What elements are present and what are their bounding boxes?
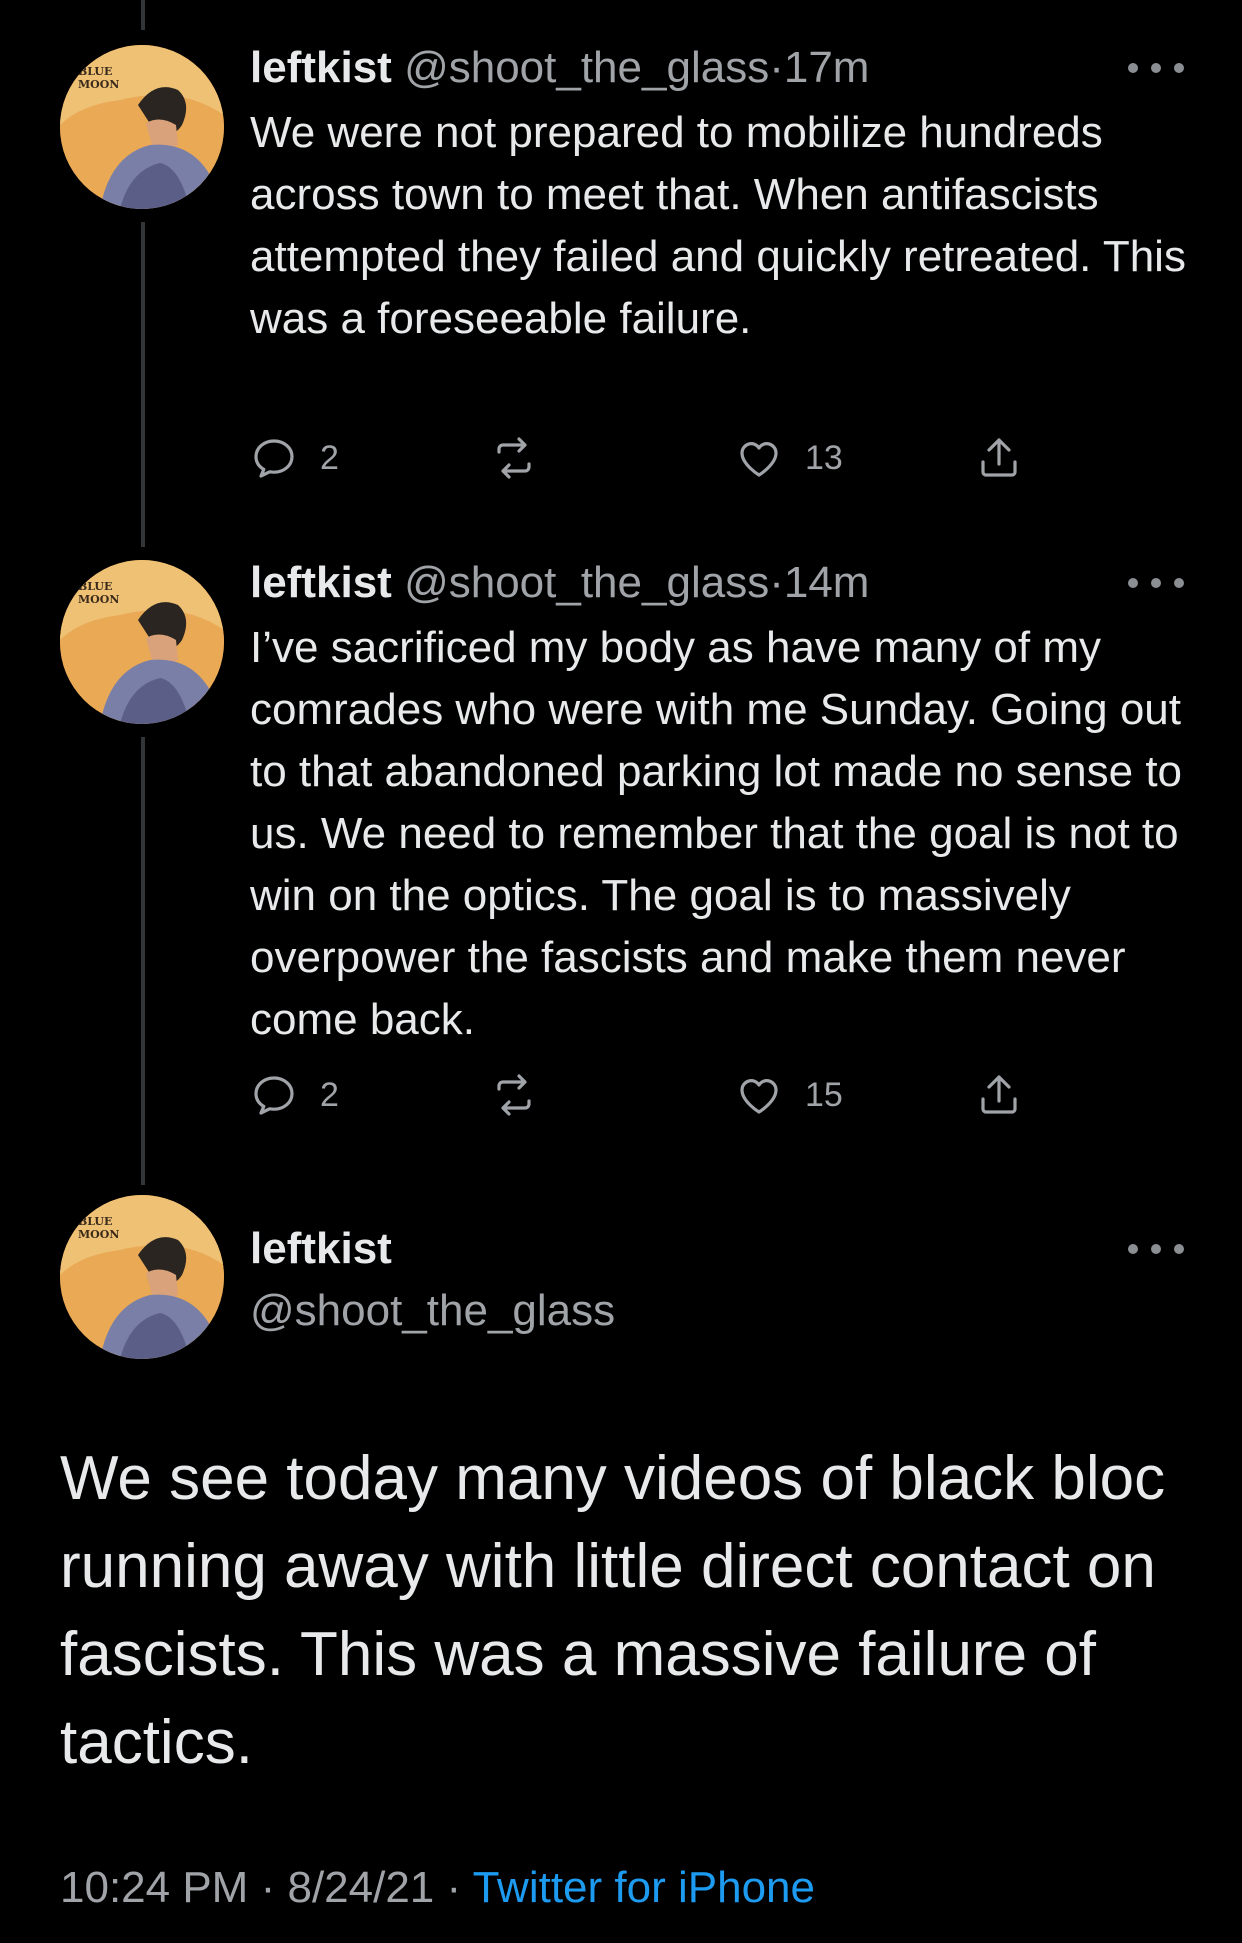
retweet-icon bbox=[497, 1074, 531, 1116]
reply-count: 2 bbox=[320, 438, 339, 477]
heart-icon bbox=[740, 442, 778, 477]
separator: · bbox=[769, 558, 784, 607]
svg-text:BLUE: BLUE bbox=[78, 580, 112, 593]
separator: · bbox=[446, 1863, 462, 1912]
more-icon[interactable] bbox=[1128, 56, 1184, 80]
tweet-date: 8/24/21 bbox=[287, 1863, 435, 1912]
share-button[interactable] bbox=[975, 430, 1023, 486]
tweet-time: 10:24 PM bbox=[60, 1863, 249, 1912]
share-button[interactable] bbox=[975, 1067, 1023, 1123]
reply-button[interactable]: 2 bbox=[250, 430, 339, 486]
display-name[interactable]: leftkist bbox=[250, 558, 392, 607]
share-icon bbox=[981, 438, 1017, 477]
tweet-actions: 2 13 bbox=[250, 430, 1050, 486]
like-count: 15 bbox=[805, 1075, 843, 1114]
more-icon[interactable] bbox=[1128, 1237, 1184, 1261]
user-handle[interactable]: @shoot_the_glass bbox=[404, 558, 769, 607]
svg-text:BLUE: BLUE bbox=[78, 1215, 112, 1228]
tweet-header: leftkist @shoot_the_glass·14m bbox=[250, 555, 869, 611]
tweet-meta: 10:24 PM · 8/24/21 · Twitter for iPhone bbox=[60, 1860, 815, 1916]
separator: · bbox=[260, 1863, 276, 1912]
svg-text:MOON: MOON bbox=[78, 593, 119, 606]
tweet-text: I’ve sacrificed my body as have many of … bbox=[250, 623, 1183, 1044]
like-button[interactable]: 15 bbox=[735, 1067, 843, 1123]
separator: · bbox=[769, 43, 784, 92]
tweet-2[interactable]: BLUE MOON leftkist @shoot_the_glass·14m … bbox=[0, 558, 1242, 1180]
display-name[interactable]: leftkist bbox=[250, 1221, 392, 1277]
avatar[interactable]: BLUE MOON bbox=[60, 1195, 224, 1359]
avatar-image: BLUE MOON bbox=[60, 560, 224, 724]
avatar[interactable]: BLUE MOON bbox=[60, 45, 224, 209]
heart-icon bbox=[740, 1079, 778, 1114]
source-link[interactable]: Twitter for iPhone bbox=[473, 1863, 815, 1912]
avatar[interactable]: BLUE MOON bbox=[60, 560, 224, 724]
avatar-image: BLUE MOON bbox=[60, 45, 224, 209]
avatar-image: BLUE MOON bbox=[60, 1195, 224, 1359]
retweet-button[interactable] bbox=[490, 1067, 560, 1123]
like-button[interactable]: 13 bbox=[735, 430, 843, 486]
reply-icon bbox=[254, 1076, 294, 1115]
like-count: 13 bbox=[805, 438, 843, 477]
tweet-text: We were not prepared to mobilize hundred… bbox=[250, 108, 1186, 343]
timestamp[interactable]: 17m bbox=[784, 43, 870, 92]
retweet-button[interactable] bbox=[490, 430, 560, 486]
display-name[interactable]: leftkist bbox=[250, 43, 392, 92]
svg-text:MOON: MOON bbox=[78, 78, 119, 91]
retweet-icon bbox=[497, 437, 531, 479]
user-handle[interactable]: @shoot_the_glass bbox=[404, 43, 769, 92]
more-icon[interactable] bbox=[1128, 571, 1184, 595]
svg-text:BLUE: BLUE bbox=[78, 65, 112, 78]
tweet-header: leftkist @shoot_the_glass·17m bbox=[250, 40, 869, 96]
user-handle[interactable]: @shoot_the_glass bbox=[250, 1283, 615, 1339]
reply-icon bbox=[254, 439, 294, 478]
main-tweet[interactable]: BLUE MOON leftkist @shoot_the_glass We s… bbox=[0, 1195, 1242, 1943]
reply-count: 2 bbox=[320, 1075, 339, 1114]
reply-button[interactable]: 2 bbox=[250, 1067, 339, 1123]
tweet-1[interactable]: BLUE MOON leftkist @shoot_the_glass·17m … bbox=[0, 0, 1242, 560]
svg-text:MOON: MOON bbox=[78, 1228, 119, 1241]
share-icon bbox=[981, 1075, 1017, 1114]
tweet-text: We see today many videos of black bloc r… bbox=[60, 1444, 1166, 1777]
tweet-actions: 2 15 bbox=[250, 1067, 1050, 1123]
timestamp[interactable]: 14m bbox=[784, 558, 870, 607]
